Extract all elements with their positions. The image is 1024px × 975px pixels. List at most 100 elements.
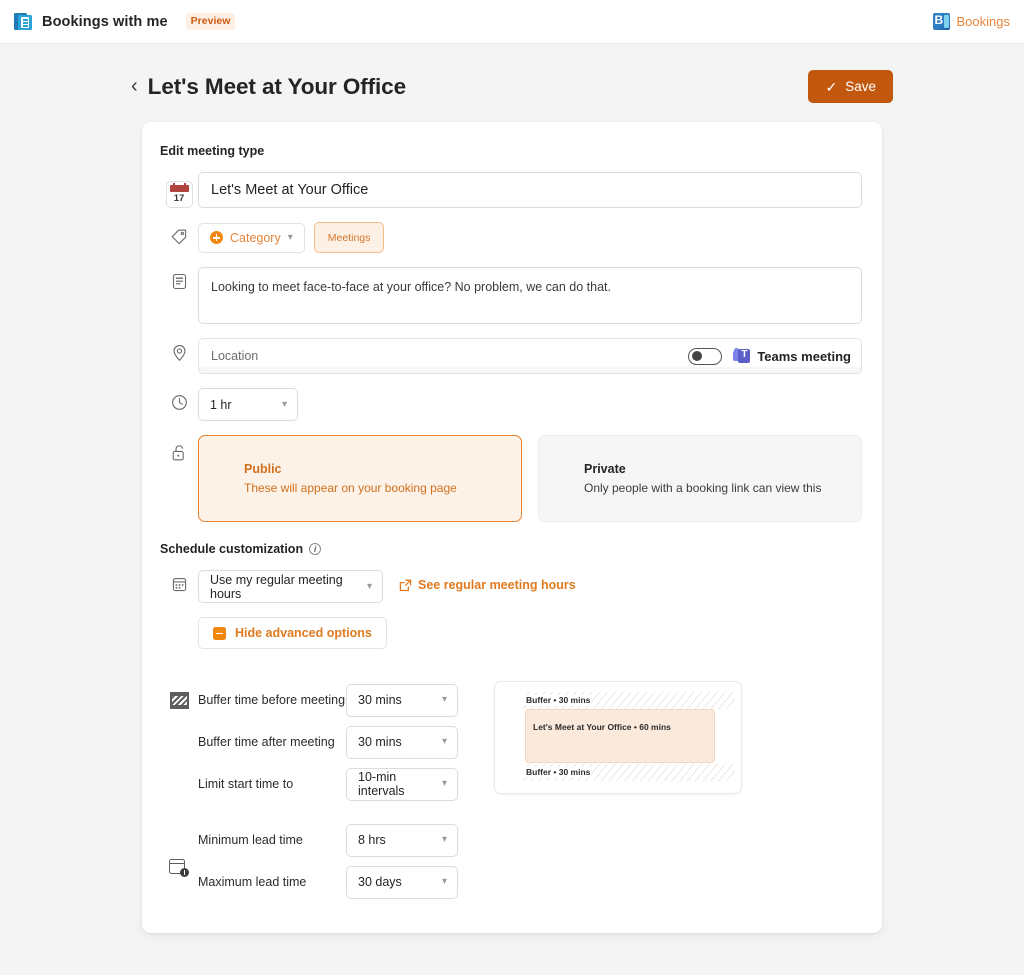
notes-icon [172, 273, 186, 290]
chevron-down-icon: ▾ [287, 231, 293, 243]
meeting-name-input[interactable]: Let's Meet at Your Office [198, 172, 862, 208]
meeting-name-value: Let's Meet at Your Office [211, 182, 369, 198]
bookings-app-icon [932, 13, 950, 30]
meeting-hours-select[interactable]: Use my regular meeting hours ▾ [198, 570, 383, 603]
location-gutter [160, 338, 198, 362]
buffer-before-row: Buffer time before meeting 30 mins ▾ [198, 679, 458, 721]
visibility-public-subtitle: These will appear on your booking page [244, 481, 457, 495]
chevron-down-icon: ▾ [366, 580, 372, 592]
preview-buffer-after: Buffer • 30 mins [495, 763, 741, 781]
chevron-down-icon: ▾ [441, 778, 447, 789]
teams-meeting-group: Teams meeting [733, 347, 851, 365]
description-value: Looking to meet face-to-face at your off… [211, 280, 611, 294]
advanced-options-rows: Buffer time before meeting 30 mins ▾ Buf… [198, 679, 458, 903]
buffer-before-select[interactable]: 30 mins ▾ [346, 683, 458, 717]
visibility-row: Public These will appear on your booking… [160, 435, 862, 522]
minimum-lead-time-value: 8 hrs [358, 833, 386, 847]
description-textarea[interactable]: Looking to meet face-to-face at your off… [198, 267, 862, 324]
preview-buffer-before: Buffer • 30 mins [495, 691, 741, 709]
meeting-hours-value: Use my regular meeting hours [210, 572, 343, 601]
advanced-options-gutter [160, 617, 198, 626]
clock-icon [171, 395, 187, 410]
location-placeholder: Location [211, 349, 259, 363]
page-header: ‹ Let's Meet at Your Office ✓ Save [131, 44, 893, 103]
teams-meeting-label: Teams meeting [757, 348, 851, 364]
chevron-down-icon: ▾ [441, 694, 447, 705]
plus-circle-icon [210, 231, 223, 244]
tag-icon [171, 229, 187, 245]
buffer-hatch-icon [169, 691, 189, 709]
category-chip-label: Meetings [327, 231, 371, 244]
duration-value: 1 hr [210, 397, 232, 412]
save-button-label: Save [845, 79, 876, 94]
maximum-lead-time-label: Maximum lead time [198, 874, 307, 889]
meeting-hours-gutter [160, 570, 198, 593]
save-button[interactable]: ✓ Save [808, 70, 893, 103]
chevron-down-icon: ▾ [441, 736, 447, 747]
preview-buffer-before-label: Buffer • 30 mins [523, 695, 591, 705]
advanced-options-icon-column [160, 679, 198, 903]
check-icon: ✓ [825, 78, 838, 95]
hide-advanced-options-label: Hide advanced options [235, 626, 372, 640]
description-gutter [160, 267, 198, 290]
calendar-17-icon: 17 [165, 181, 193, 208]
visibility-gutter [160, 435, 198, 462]
category-row: Category ▾ Meetings [160, 222, 862, 253]
hide-advanced-options-button[interactable]: Hide advanced options [198, 617, 387, 649]
app-bar-right[interactable]: Bookings [932, 13, 1010, 30]
preview-meeting-label: Let's Meet at Your Office • 60 mins [533, 722, 671, 732]
schedule-customization-label: Schedule customization i [160, 542, 862, 556]
location-input[interactable]: Location Teams meeting [198, 338, 862, 374]
limit-start-time-select[interactable]: 10-min intervals ▾ [346, 767, 458, 801]
back-chevron-icon[interactable]: ‹ [131, 76, 138, 96]
teams-meeting-toggle[interactable] [688, 347, 723, 365]
minimum-lead-time-select[interactable]: 8 hrs ▾ [346, 823, 458, 857]
buffer-after-select[interactable]: 30 mins ▾ [346, 725, 458, 759]
buffer-after-row: Buffer time after meeting 30 mins ▾ [198, 721, 458, 763]
edit-meeting-type-label: Edit meeting type [160, 144, 265, 158]
duration-gutter [160, 388, 198, 411]
location-row: Location Teams meeting [160, 338, 862, 374]
category-controls: Category ▾ Meetings [198, 222, 862, 253]
see-regular-meeting-hours-link[interactable]: See regular meeting hours [399, 578, 576, 592]
location-pin-icon [172, 345, 186, 362]
minus-square-icon [213, 626, 226, 640]
maximum-lead-time-select[interactable]: 30 days ▾ [346, 865, 458, 899]
bookings-with-me-logo-icon [14, 12, 33, 31]
edit-meeting-type-card: Edit meeting type 17 Let's Meet at Your … [142, 122, 882, 933]
maximum-lead-time-value: 30 days [358, 875, 402, 889]
meeting-name-gutter: 17 [160, 172, 198, 208]
see-regular-meeting-hours-label: See regular meeting hours [418, 578, 576, 592]
visibility-public-title: Public [244, 462, 282, 476]
add-category-label: Category [230, 230, 281, 245]
app-bar-left: Bookings with me Preview [14, 12, 236, 31]
visibility-private-title: Private [584, 462, 626, 476]
buffer-before-label: Buffer time before meeting [198, 692, 346, 707]
meeting-name-row: 17 Let's Meet at Your Office [160, 172, 862, 208]
category-chip-meetings[interactable]: Meetings [313, 222, 385, 253]
add-category-button[interactable]: Category ▾ [198, 222, 305, 253]
maximum-lead-time-row: Maximum lead time 30 days ▾ [198, 861, 458, 903]
app-bar: Bookings with me Preview Bookings [0, 0, 1024, 44]
visibility-option-public[interactable]: Public These will appear on your booking… [198, 435, 522, 522]
visibility-options: Public These will appear on your booking… [198, 435, 862, 522]
teams-icon [733, 347, 751, 365]
duration-select[interactable]: 1 hr ▾ [198, 388, 298, 421]
info-icon[interactable]: i [309, 543, 322, 555]
chevron-down-icon: ▾ [441, 876, 447, 887]
buffer-before-value: 30 mins [358, 693, 402, 707]
buffer-after-label: Buffer time after meeting [198, 734, 335, 749]
advanced-options-left: Buffer time before meeting 30 mins ▾ Buf… [160, 679, 458, 903]
visibility-option-private[interactable]: Private Only people with a booking link … [538, 435, 862, 522]
description-row: Looking to meet face-to-face at your off… [160, 267, 862, 324]
page-title: Let's Meet at Your Office [147, 73, 406, 99]
advanced-options-row: Hide advanced options [160, 617, 862, 649]
bookings-link-label[interactable]: Bookings [957, 14, 1010, 29]
chevron-down-icon: ▾ [441, 834, 447, 845]
unlock-icon [172, 445, 184, 461]
calendar-grid-icon [172, 578, 186, 592]
meeting-hours-row: Use my regular meeting hours ▾ See regul… [160, 570, 862, 603]
open-in-new-window-icon [399, 579, 412, 591]
limit-start-time-value: 10-min intervals [358, 770, 405, 798]
preview-badge: Preview [185, 13, 236, 30]
